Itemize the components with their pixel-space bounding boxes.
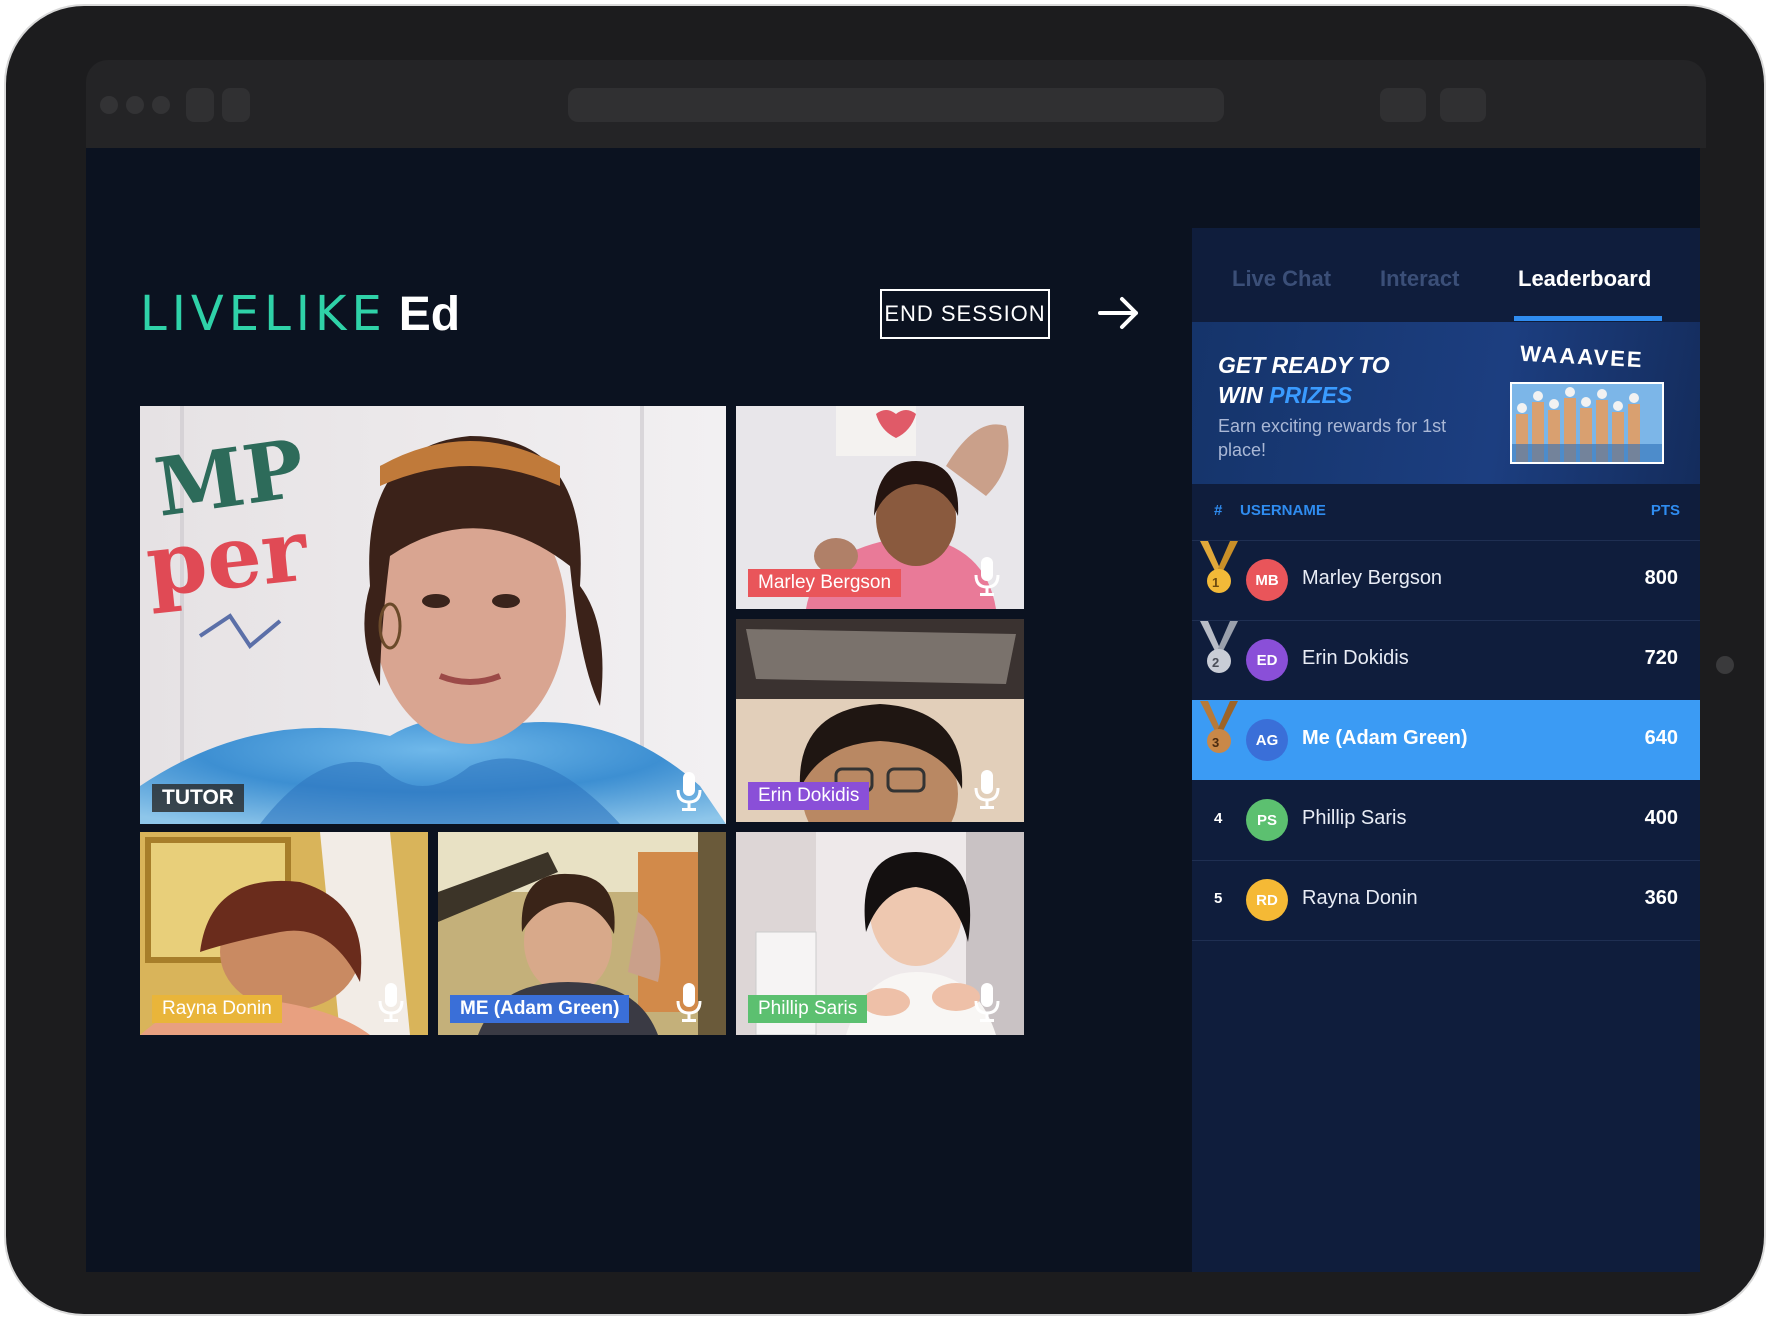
microphone-icon[interactable] [972, 768, 1002, 810]
promo-title: GET READY TO WIN PRIZES [1218, 350, 1390, 410]
svg-text:per: per [142, 500, 314, 617]
marley-label: Marley Bergson [748, 569, 902, 597]
microphone-icon[interactable] [674, 981, 704, 1023]
tutor-video-tile[interactable]: MP per TUTOR [140, 406, 726, 824]
adam-video-tile[interactable]: ME (Adam Green) [438, 832, 726, 1035]
leaderboard-row[interactable]: 4 PS Phillip Saris 400 [1192, 780, 1700, 861]
address-bar[interactable] [568, 88, 1224, 122]
username: Marley Bergson [1302, 567, 1443, 589]
rank-number: 5 [1214, 890, 1223, 907]
avatar: RD [1246, 879, 1288, 921]
col-points: PTS [1650, 502, 1680, 519]
avatar: MB [1246, 559, 1288, 601]
camera-dot [1716, 656, 1734, 674]
avatar: PS [1246, 799, 1288, 841]
end-session-button[interactable]: END SESSION [880, 289, 1050, 339]
rayna-label: Rayna Donin [152, 995, 282, 1023]
phillip-video-tile[interactable]: Phillip Saris [736, 832, 1024, 1035]
promo-subtitle: Earn exciting rewards for 1st place! [1218, 416, 1447, 460]
browser-toolbar [86, 60, 1706, 148]
adam-label: ME (Adam Green) [450, 995, 630, 1023]
window-close-dot[interactable] [100, 96, 118, 114]
rank-number: 3 [1212, 735, 1220, 750]
arrow-right-icon[interactable] [1096, 290, 1142, 336]
erin-label: Erin Dokidis [748, 782, 870, 810]
promo-title-prizes: PRIZES [1269, 382, 1353, 408]
username: Me (Adam Green) [1302, 727, 1468, 749]
logo-brand: LIVELIKE [140, 286, 387, 342]
microphone-icon[interactable] [674, 770, 704, 812]
username: Rayna Donin [1302, 887, 1418, 909]
leaderboard-row[interactable]: 1 MB Marley Bergson 800 [1192, 540, 1700, 621]
forward-button[interactable] [222, 88, 250, 122]
rank-number: 1 [1212, 575, 1220, 590]
leaderboard-row[interactable]: 2 ED Erin Dokidis 720 [1192, 620, 1700, 701]
prize-promo-banner: GET READY TO WIN PRIZES Earn exciting re… [1192, 322, 1700, 484]
leaderboard-row[interactable]: 5 RD Rayna Donin 360 [1192, 860, 1700, 941]
points: 640 [1644, 727, 1678, 749]
phillip-label: Phillip Saris [748, 995, 868, 1023]
username: Erin Dokidis [1302, 647, 1409, 669]
rank-number: 4 [1214, 810, 1223, 827]
points: 720 [1644, 647, 1678, 669]
promo-art-text: WAAAVEE [1519, 340, 1645, 373]
window-zoom-dot[interactable] [152, 96, 170, 114]
microphone-icon[interactable] [972, 981, 1002, 1023]
leaderboard-row-current-user[interactable]: 3 AG Me (Adam Green) 640 [1192, 700, 1700, 780]
rank-number: 2 [1212, 655, 1220, 670]
promo-title-win: WIN [1218, 382, 1270, 408]
livelike-ed-logo: LIVELIKE Ed [140, 286, 460, 342]
promo-title-line1: GET READY TO [1218, 352, 1390, 378]
points: 360 [1644, 887, 1678, 909]
window-minimize-dot[interactable] [126, 96, 144, 114]
erin-video-tile[interactable]: Erin Dokidis [736, 619, 1024, 822]
points: 800 [1644, 567, 1678, 589]
rayna-video-tile[interactable]: Rayna Donin [140, 832, 428, 1035]
avatar: AG [1246, 719, 1288, 761]
avatar: ED [1246, 639, 1288, 681]
col-username: USERNAME [1240, 502, 1326, 519]
back-button[interactable] [186, 88, 214, 122]
tabs-button[interactable] [1440, 88, 1486, 122]
leaderboard-header: # USERNAME PTS [1192, 484, 1700, 541]
microphone-icon[interactable] [972, 555, 1002, 597]
share-button[interactable] [1380, 88, 1426, 122]
app-screen: LIVELIKE Ed END SESSION MP per TUTOR Mar… [86, 148, 1700, 1272]
tutor-label: TUTOR [152, 784, 244, 812]
points: 400 [1644, 807, 1678, 829]
microphone-icon[interactable] [376, 981, 406, 1023]
tablet-frame: LIVELIKE Ed END SESSION MP per TUTOR Mar… [6, 6, 1764, 1314]
sidebar-panel: Live Chat Interact Leaderboard GET READY… [1192, 228, 1700, 1272]
col-rank: # [1214, 502, 1223, 519]
tab-leaderboard[interactable]: Leaderboard [1518, 266, 1651, 292]
username: Phillip Saris [1302, 807, 1407, 829]
sidebar-tabs: Live Chat Interact Leaderboard [1192, 228, 1700, 322]
tutor-video-feed: MP per [140, 406, 726, 824]
tab-live-chat[interactable]: Live Chat [1232, 266, 1331, 292]
marley-video-tile[interactable]: Marley Bergson [736, 406, 1024, 609]
active-tab-indicator [1514, 316, 1662, 321]
tab-interact[interactable]: Interact [1380, 266, 1459, 292]
promo-stadium-illustration [1510, 382, 1664, 464]
logo-suffix: Ed [398, 288, 461, 341]
